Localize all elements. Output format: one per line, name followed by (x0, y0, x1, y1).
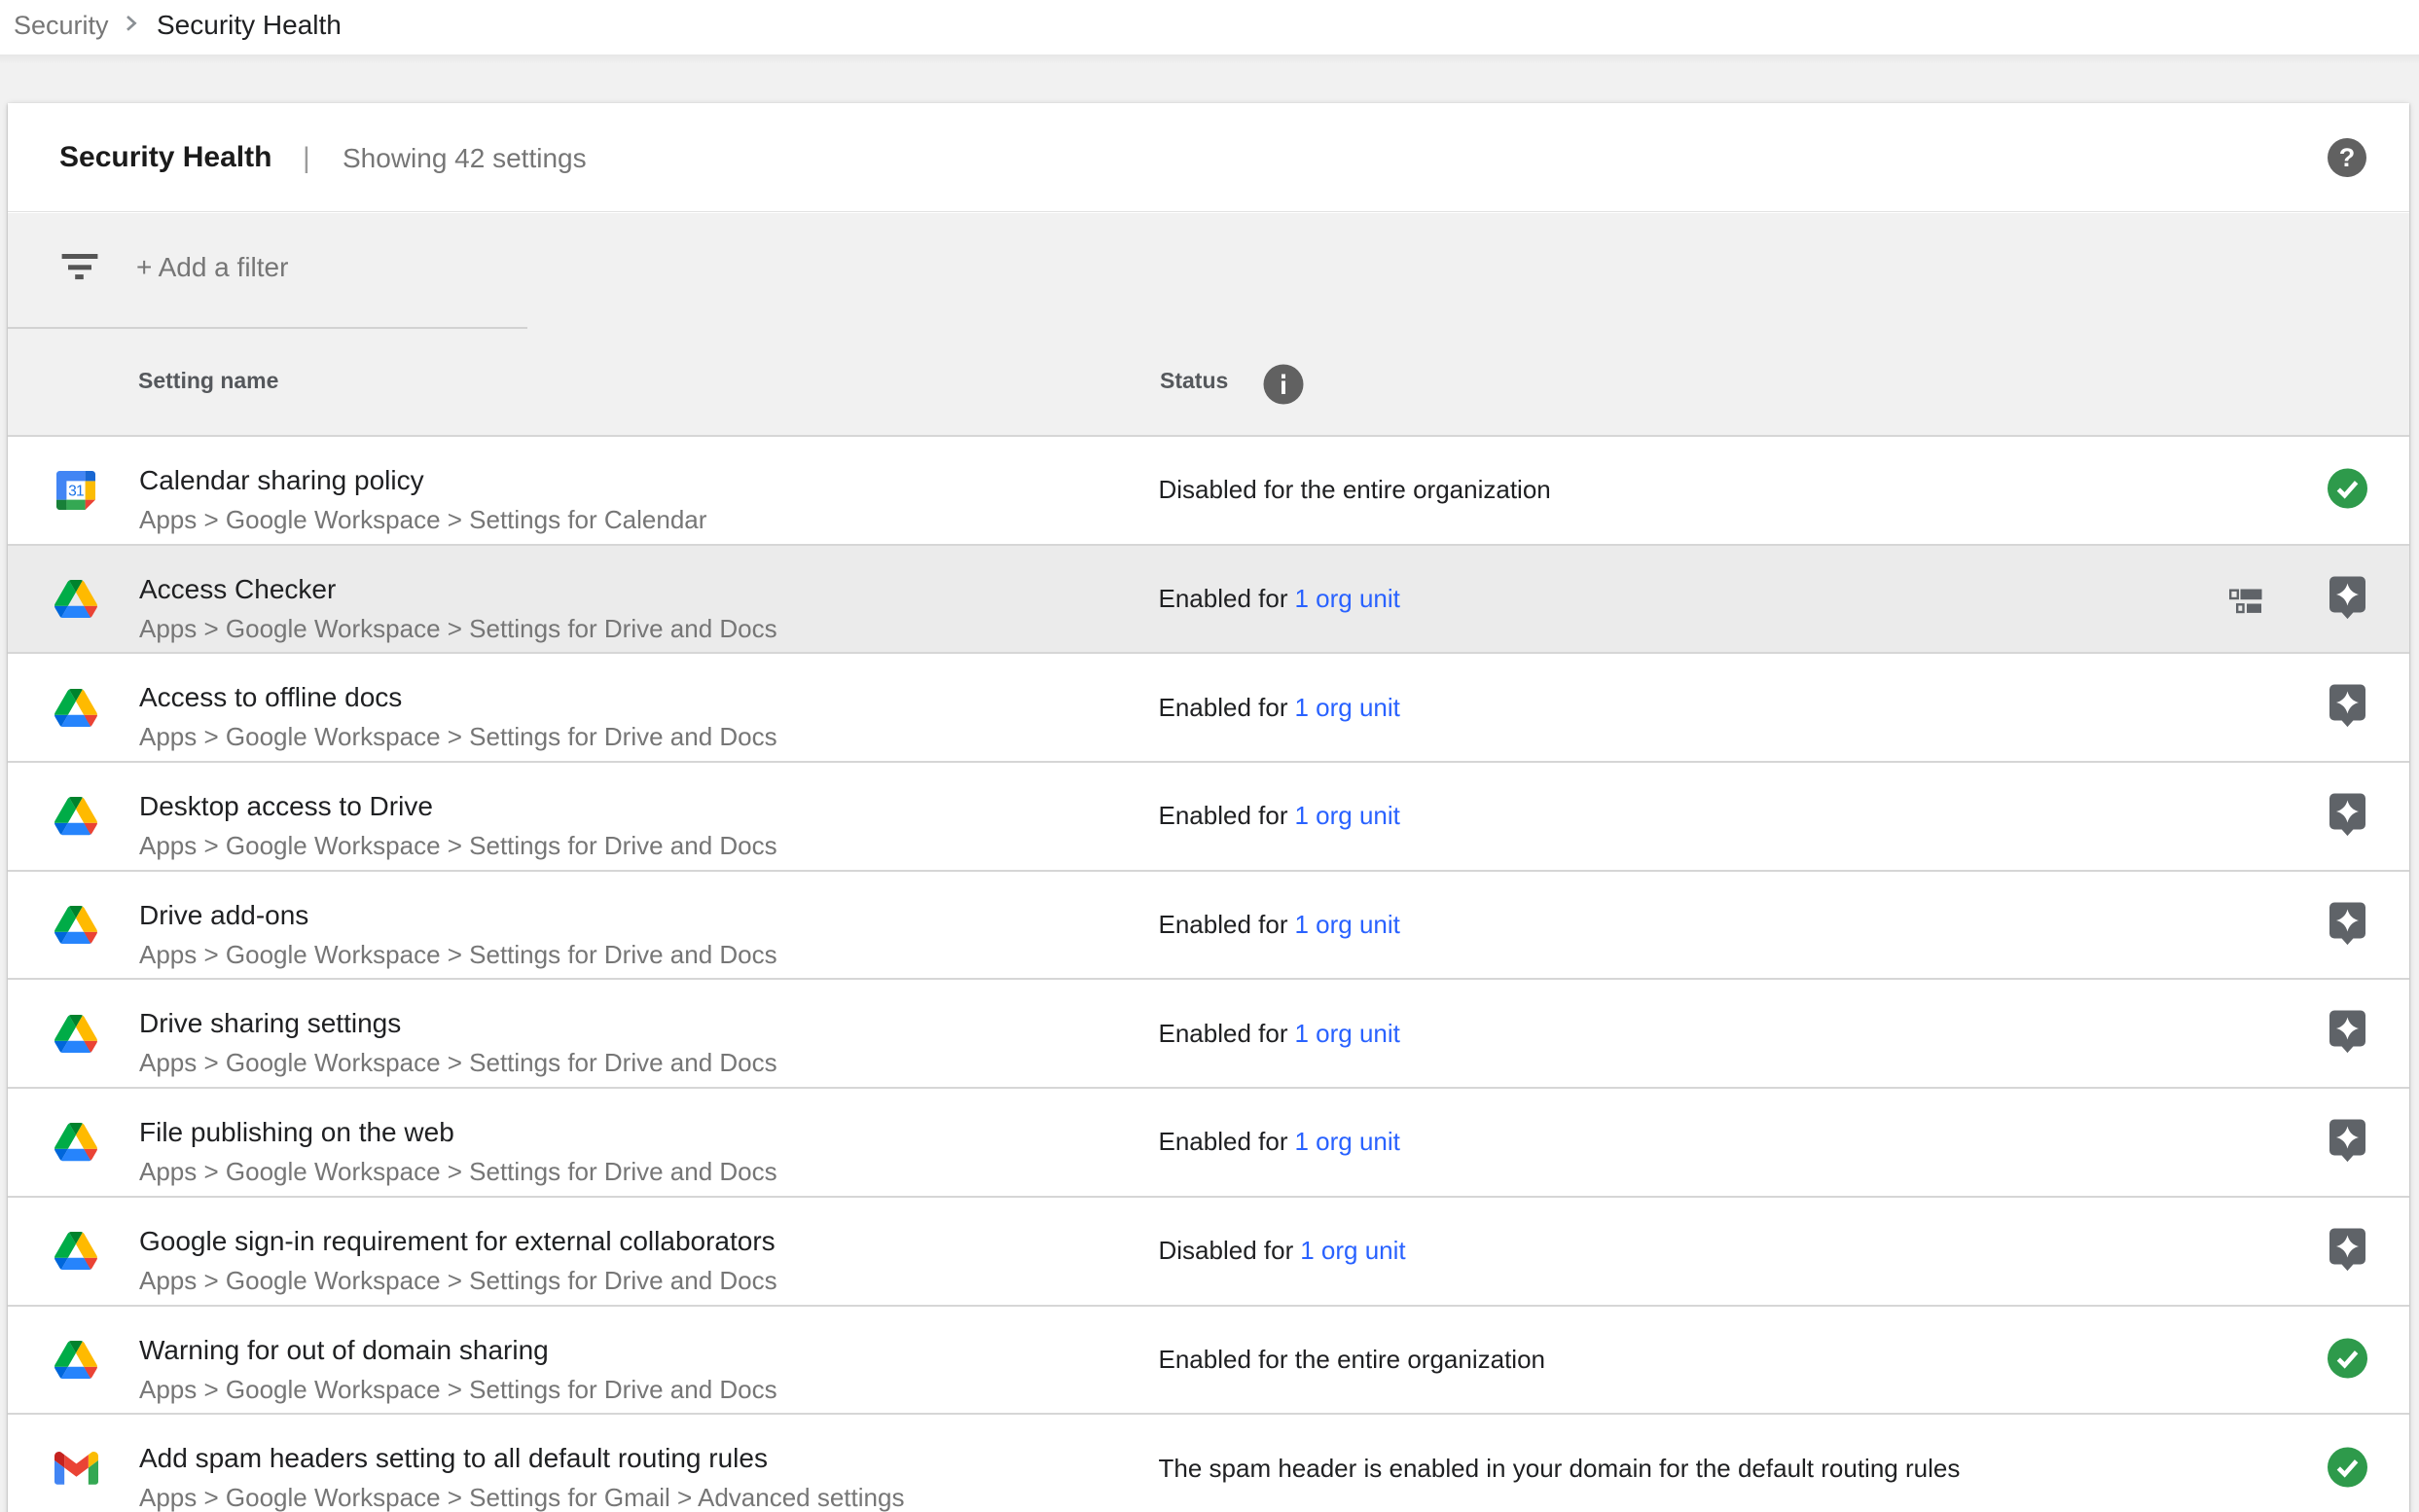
svg-text:31: 31 (68, 483, 84, 499)
